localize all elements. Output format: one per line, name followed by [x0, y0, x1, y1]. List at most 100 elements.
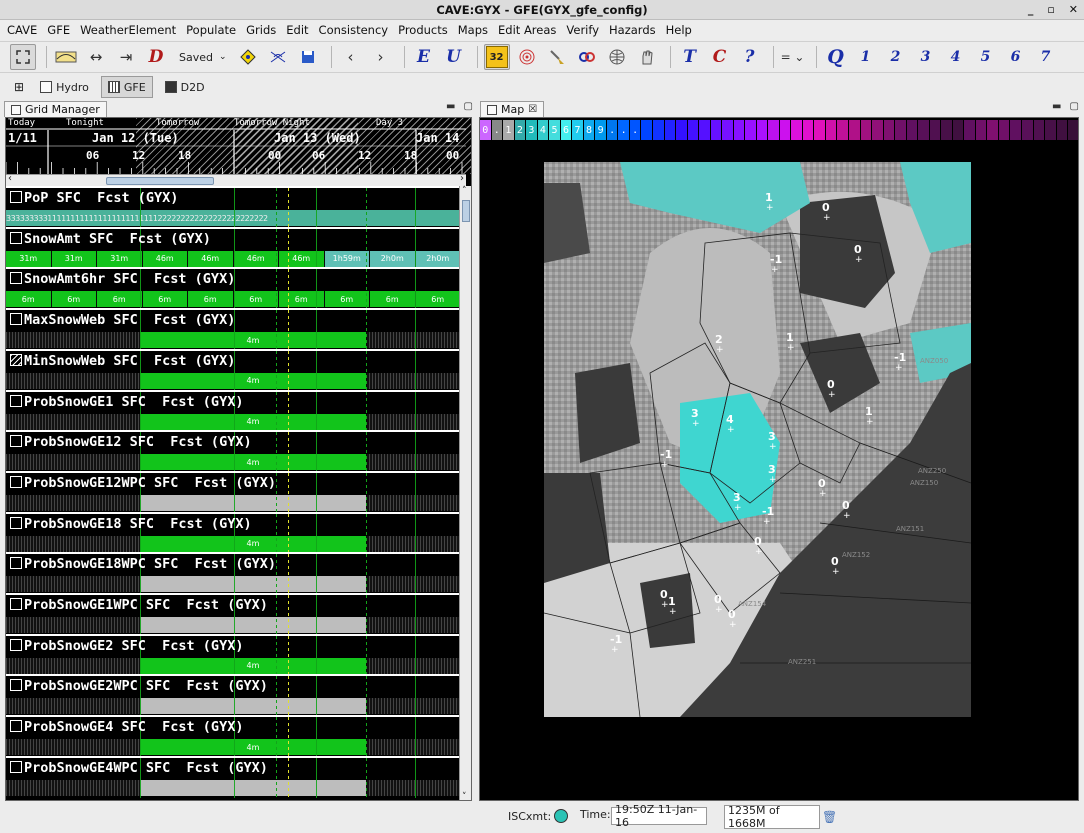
grid-row-checkbox[interactable]	[10, 191, 22, 203]
grid-manager-tab[interactable]: Grid Manager	[4, 101, 107, 117]
minimize-view-button[interactable]: ▬	[1052, 101, 1061, 112]
color-bar-cell[interactable]: .	[491, 120, 504, 140]
color-bar-cell[interactable]	[676, 120, 688, 140]
grid-box[interactable]: 46m	[233, 250, 279, 267]
grid-box[interactable]	[140, 576, 367, 593]
color-bar-cell[interactable]	[1056, 120, 1069, 140]
grid-row-label[interactable]: ProbSnowGE12 SFC Fcst (GYX)	[10, 434, 252, 450]
grid-row-label[interactable]: ProbSnowGE4WPC SFC Fcst (GYX)	[10, 760, 268, 776]
color-bar-cell[interactable]	[998, 120, 1011, 140]
map-view[interactable]: 0.123456789... 1 + 0 + 0 + -1 + 2 + 1 + …	[479, 117, 1079, 801]
menu-edit-areas[interactable]: Edit Areas	[493, 23, 561, 37]
perspective-hydro[interactable]: Hydro	[34, 76, 95, 98]
next-button[interactable]: ›	[368, 44, 394, 70]
menu-gfe[interactable]: GFE	[42, 23, 75, 37]
grid-box[interactable]: 1h59m	[324, 250, 370, 267]
expand-button[interactable]: ↔	[83, 44, 109, 70]
color-bar-cell[interactable]: 6	[560, 120, 573, 140]
color-bar-cell[interactable]	[779, 120, 792, 140]
save-button[interactable]	[295, 44, 321, 70]
minimize-button[interactable]: _	[1028, 0, 1034, 20]
color-bar-cell[interactable]	[756, 120, 769, 140]
u-tool-button[interactable]: U	[441, 44, 467, 70]
grid-row[interactable]: ProbSnowGE12WPC SFC Fcst (GYX)	[6, 470, 461, 513]
time-scale[interactable]: Today Tonight Tomorrow Tomorrow Night Day 31…	[6, 118, 471, 174]
grid-box[interactable]: 6m	[51, 291, 97, 308]
grid-box[interactable]: 6m	[279, 291, 325, 308]
color-bar-cell[interactable]	[952, 120, 965, 140]
grid-row-label[interactable]: SnowAmt SFC Fcst (GYX)	[10, 231, 211, 247]
color-bar-cell[interactable]	[941, 120, 953, 140]
maximize-button[interactable]: ▫	[1047, 0, 1054, 20]
grid-row-checkbox[interactable]	[10, 557, 22, 570]
grid-box[interactable]: 6m	[97, 291, 143, 308]
grid-row-label[interactable]: MaxSnowWeb SFC Fcst (GYX)	[10, 312, 235, 328]
grid-row-label[interactable]: MinSnowWeb SFC Fcst (GYX)	[10, 353, 235, 369]
grid-row-checkbox[interactable]	[10, 516, 22, 529]
grid-row[interactable]: 4m ProbSnowGE1 SFC Fcst (GYX)	[6, 389, 461, 432]
menu-populate[interactable]: Populate	[181, 23, 241, 37]
grid-row-label[interactable]: SnowAmt6hr SFC Fcst (GYX)	[10, 271, 235, 287]
grid-row[interactable]: 4m ProbSnowGE2 SFC Fcst (GYX)	[6, 633, 461, 676]
horizontal-scroll-thumb[interactable]	[106, 177, 214, 185]
grid-box[interactable]: 4m	[140, 413, 367, 430]
color-bar-cell[interactable]	[745, 120, 757, 140]
isc-status-icon[interactable]	[554, 809, 568, 823]
perspective-open-icon[interactable]: ⊞	[14, 80, 24, 94]
grid-row[interactable]: 4m ProbSnowGE12 SFC Fcst (GYX)	[6, 430, 461, 473]
color-bar-cell[interactable]: 3	[526, 120, 538, 140]
grid-row-label[interactable]: PoP SFC Fcst (GYX)	[10, 190, 178, 206]
grid-row-checkbox[interactable]	[10, 353, 22, 366]
number-3-button[interactable]: 3	[913, 44, 939, 70]
q-tool-button[interactable]: Q	[823, 44, 849, 70]
color-bar-cell[interactable]	[895, 120, 907, 140]
e-tool-button[interactable]: E	[411, 44, 437, 70]
interval-32-button[interactable]: 32	[483, 44, 510, 70]
color-bar-cell[interactable]	[1010, 120, 1022, 140]
color-bar-cell[interactable]: 0	[480, 120, 492, 140]
color-bar-cell[interactable]	[722, 120, 734, 140]
color-bar-cell[interactable]	[687, 120, 700, 140]
grid-row-checkbox[interactable]	[10, 598, 22, 610]
grid-box[interactable]: 6m	[142, 291, 188, 308]
color-bar-cell[interactable]	[652, 120, 665, 140]
sample-tool-button[interactable]	[235, 44, 261, 70]
grid-box[interactable]: 4m	[140, 454, 367, 471]
grid-row-checkbox[interactable]	[10, 720, 22, 733]
grid-box[interactable]: 4m	[140, 657, 367, 674]
grid-box[interactable]: 4m	[140, 332, 367, 349]
map-canvas[interactable]: 1+ 0+0+-1+2+1+-1+0+3+ 4+ 3+1+-1+ 3+ 0+0+3+ -1+…	[480, 143, 1079, 801]
grid-row-label[interactable]: ProbSnowGE2 SFC Fcst (GYX)	[10, 638, 243, 654]
equals-dropdown[interactable]: = ⌄	[780, 44, 806, 70]
grid-row[interactable]: 31m 31m 31m 46m 46m 46m 46m 1h59m 2h0m 2h0m SnowAm…	[6, 226, 461, 269]
color-bar-cell[interactable]: 7	[572, 120, 584, 140]
number-6-button[interactable]: 6	[1003, 44, 1029, 70]
number-5-button[interactable]: 5	[973, 44, 999, 70]
number-1-button[interactable]: 1	[853, 44, 879, 70]
number-7-button[interactable]: 7	[1033, 44, 1059, 70]
grid-box[interactable]: 46m	[279, 250, 325, 267]
grid-row-checkbox[interactable]	[10, 394, 22, 407]
grid-box[interactable]: 31m	[97, 250, 143, 267]
grid-box[interactable]	[140, 698, 367, 715]
grid-row-checkbox[interactable]	[10, 638, 22, 651]
grid-row-checkbox[interactable]	[10, 760, 22, 773]
color-bar-cell[interactable]: 5	[549, 120, 561, 140]
maximize-view-button[interactable]: ▢	[463, 101, 472, 112]
number-4-button[interactable]: 4	[943, 44, 969, 70]
map-tab[interactable]: Map ☒	[480, 101, 545, 117]
grid-row[interactable]: 6m 6m 6m 6m 6m 6m 6m 6m 6m 6m SnowAmt6hr SFC Fcst …	[6, 267, 461, 310]
grid-row[interactable]: 4m ProbSnowGE18 SFC Fcst (GYX)	[6, 511, 461, 554]
menu-edit[interactable]: Edit	[281, 23, 313, 37]
trash-icon[interactable]: 🗑	[822, 810, 837, 824]
grid-box[interactable]: 6m	[6, 291, 52, 308]
grid-row-checkbox[interactable]	[10, 272, 22, 285]
grid-row-label[interactable]: ProbSnowGE18WPC SFC Fcst (GYX)	[10, 556, 276, 572]
color-bar-cell[interactable]	[849, 120, 861, 140]
color-bar-cell[interactable]	[975, 120, 988, 140]
grid-row-label[interactable]: ProbSnowGE12WPC SFC Fcst (GYX)	[10, 475, 276, 491]
menu-help[interactable]: Help	[661, 23, 697, 37]
color-bar-cell[interactable]	[710, 120, 723, 140]
maximize-view-button[interactable]: ▢	[1069, 101, 1078, 112]
color-bar-cell[interactable]	[791, 120, 803, 140]
